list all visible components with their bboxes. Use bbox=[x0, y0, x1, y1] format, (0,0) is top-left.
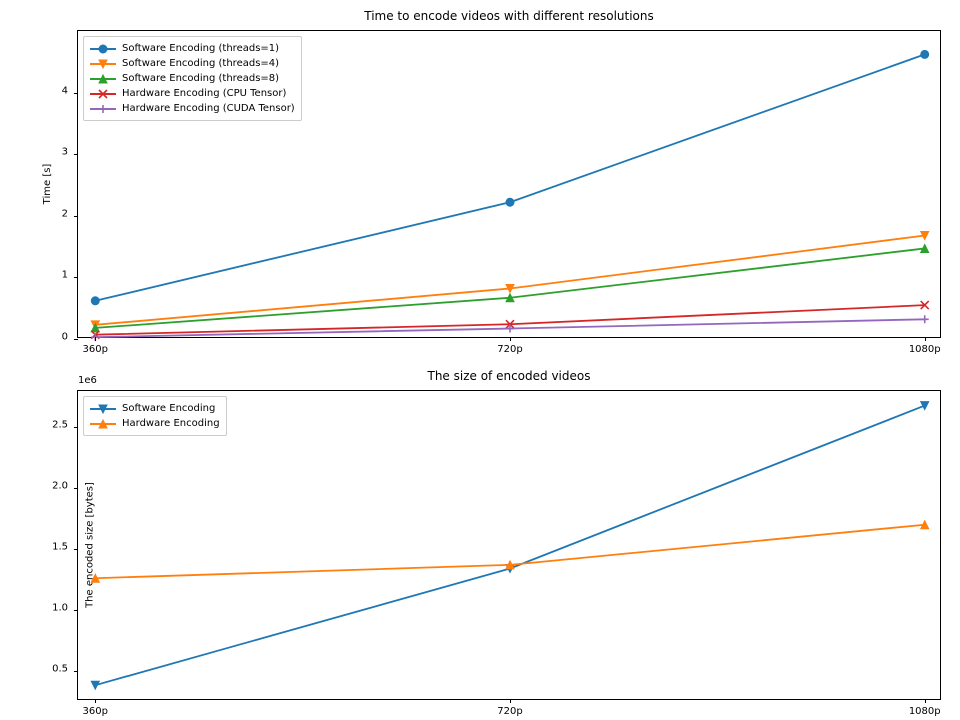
y-tickmark bbox=[74, 339, 78, 340]
chart-title: The size of encoded videos bbox=[78, 369, 940, 383]
legend-entry: Software Encoding bbox=[90, 401, 220, 416]
x-tickmark bbox=[95, 337, 96, 341]
legend-label: Software Encoding (threads=8) bbox=[122, 73, 279, 84]
legend-entry: Hardware Encoding (CUDA Tensor) bbox=[90, 101, 295, 116]
legend-swatch bbox=[90, 59, 116, 69]
y-tickmark bbox=[74, 154, 78, 155]
legend-label: Hardware Encoding (CPU Tensor) bbox=[122, 88, 286, 99]
y-tick-label: 2.5 bbox=[52, 420, 68, 431]
legend-label: Hardware Encoding bbox=[122, 418, 220, 429]
y-tickmark bbox=[74, 488, 78, 489]
legend-swatch bbox=[90, 74, 116, 84]
legend-label: Software Encoding (threads=1) bbox=[122, 43, 279, 54]
legend-entry: Software Encoding (threads=8) bbox=[90, 71, 295, 86]
y-axis-label: Time [s] bbox=[42, 164, 53, 205]
y-tick-label: 1 bbox=[62, 270, 68, 281]
x-tickmark bbox=[925, 337, 926, 341]
legend-time: Software Encoding (threads=1) Software En… bbox=[83, 36, 302, 121]
y-tick-label: 4 bbox=[62, 85, 68, 96]
axes-time: Time to encode videos with different res… bbox=[77, 30, 941, 338]
x-tick-label: 720p bbox=[497, 344, 522, 355]
y-tickmark bbox=[74, 277, 78, 278]
legend-swatch bbox=[90, 419, 116, 429]
legend-entry: Hardware Encoding (CPU Tensor) bbox=[90, 86, 295, 101]
legend-swatch bbox=[90, 104, 116, 114]
series-marker bbox=[91, 297, 99, 305]
x-tick-label: 1080p bbox=[909, 344, 941, 355]
y-axis-offset: 1e6 bbox=[78, 375, 97, 386]
figure: Time to encode videos with different res… bbox=[0, 0, 960, 720]
legend-entry: Software Encoding (threads=4) bbox=[90, 56, 295, 71]
chart-title: Time to encode videos with different res… bbox=[78, 9, 940, 23]
y-tick-label: 0 bbox=[62, 332, 68, 343]
legend-size: Software Encoding Hardware Encoding bbox=[83, 396, 227, 436]
y-tickmark bbox=[74, 93, 78, 94]
y-tickmark bbox=[74, 549, 78, 550]
y-tickmark bbox=[74, 427, 78, 428]
legend-entry: Software Encoding (threads=1) bbox=[90, 41, 295, 56]
legend-label: Software Encoding (threads=4) bbox=[122, 58, 279, 69]
y-tick-label: 2.0 bbox=[52, 481, 68, 492]
legend-swatch bbox=[90, 44, 116, 54]
x-tickmark bbox=[95, 699, 96, 703]
x-tick-label: 1080p bbox=[909, 706, 941, 717]
y-tick-label: 0.5 bbox=[52, 663, 68, 674]
x-tickmark bbox=[510, 699, 511, 703]
y-tick-label: 1.5 bbox=[52, 542, 68, 553]
y-tickmark bbox=[74, 610, 78, 611]
legend-label: Hardware Encoding (CUDA Tensor) bbox=[122, 103, 295, 114]
legend-swatch bbox=[90, 89, 116, 99]
series-marker bbox=[921, 50, 929, 58]
y-tick-label: 1.0 bbox=[52, 602, 68, 613]
y-tickmark bbox=[74, 671, 78, 672]
series-marker bbox=[921, 315, 929, 323]
legend-swatch bbox=[90, 404, 116, 414]
y-tick-label: 2 bbox=[62, 208, 68, 219]
legend-label: Software Encoding bbox=[122, 403, 215, 414]
x-tick-label: 360p bbox=[83, 706, 108, 717]
series-line bbox=[95, 406, 924, 686]
y-tick-label: 3 bbox=[62, 147, 68, 158]
series-marker bbox=[921, 402, 929, 410]
x-tickmark bbox=[925, 699, 926, 703]
plot-area-size bbox=[78, 391, 942, 701]
axes-size: The size of encoded videos 1e6 The encod… bbox=[77, 390, 941, 700]
legend-entry: Hardware Encoding bbox=[90, 416, 220, 431]
y-tickmark bbox=[74, 216, 78, 217]
series-marker bbox=[506, 198, 514, 206]
x-tickmark bbox=[510, 337, 511, 341]
x-tick-label: 720p bbox=[497, 706, 522, 717]
x-tick-label: 360p bbox=[83, 344, 108, 355]
series-marker bbox=[506, 325, 514, 333]
